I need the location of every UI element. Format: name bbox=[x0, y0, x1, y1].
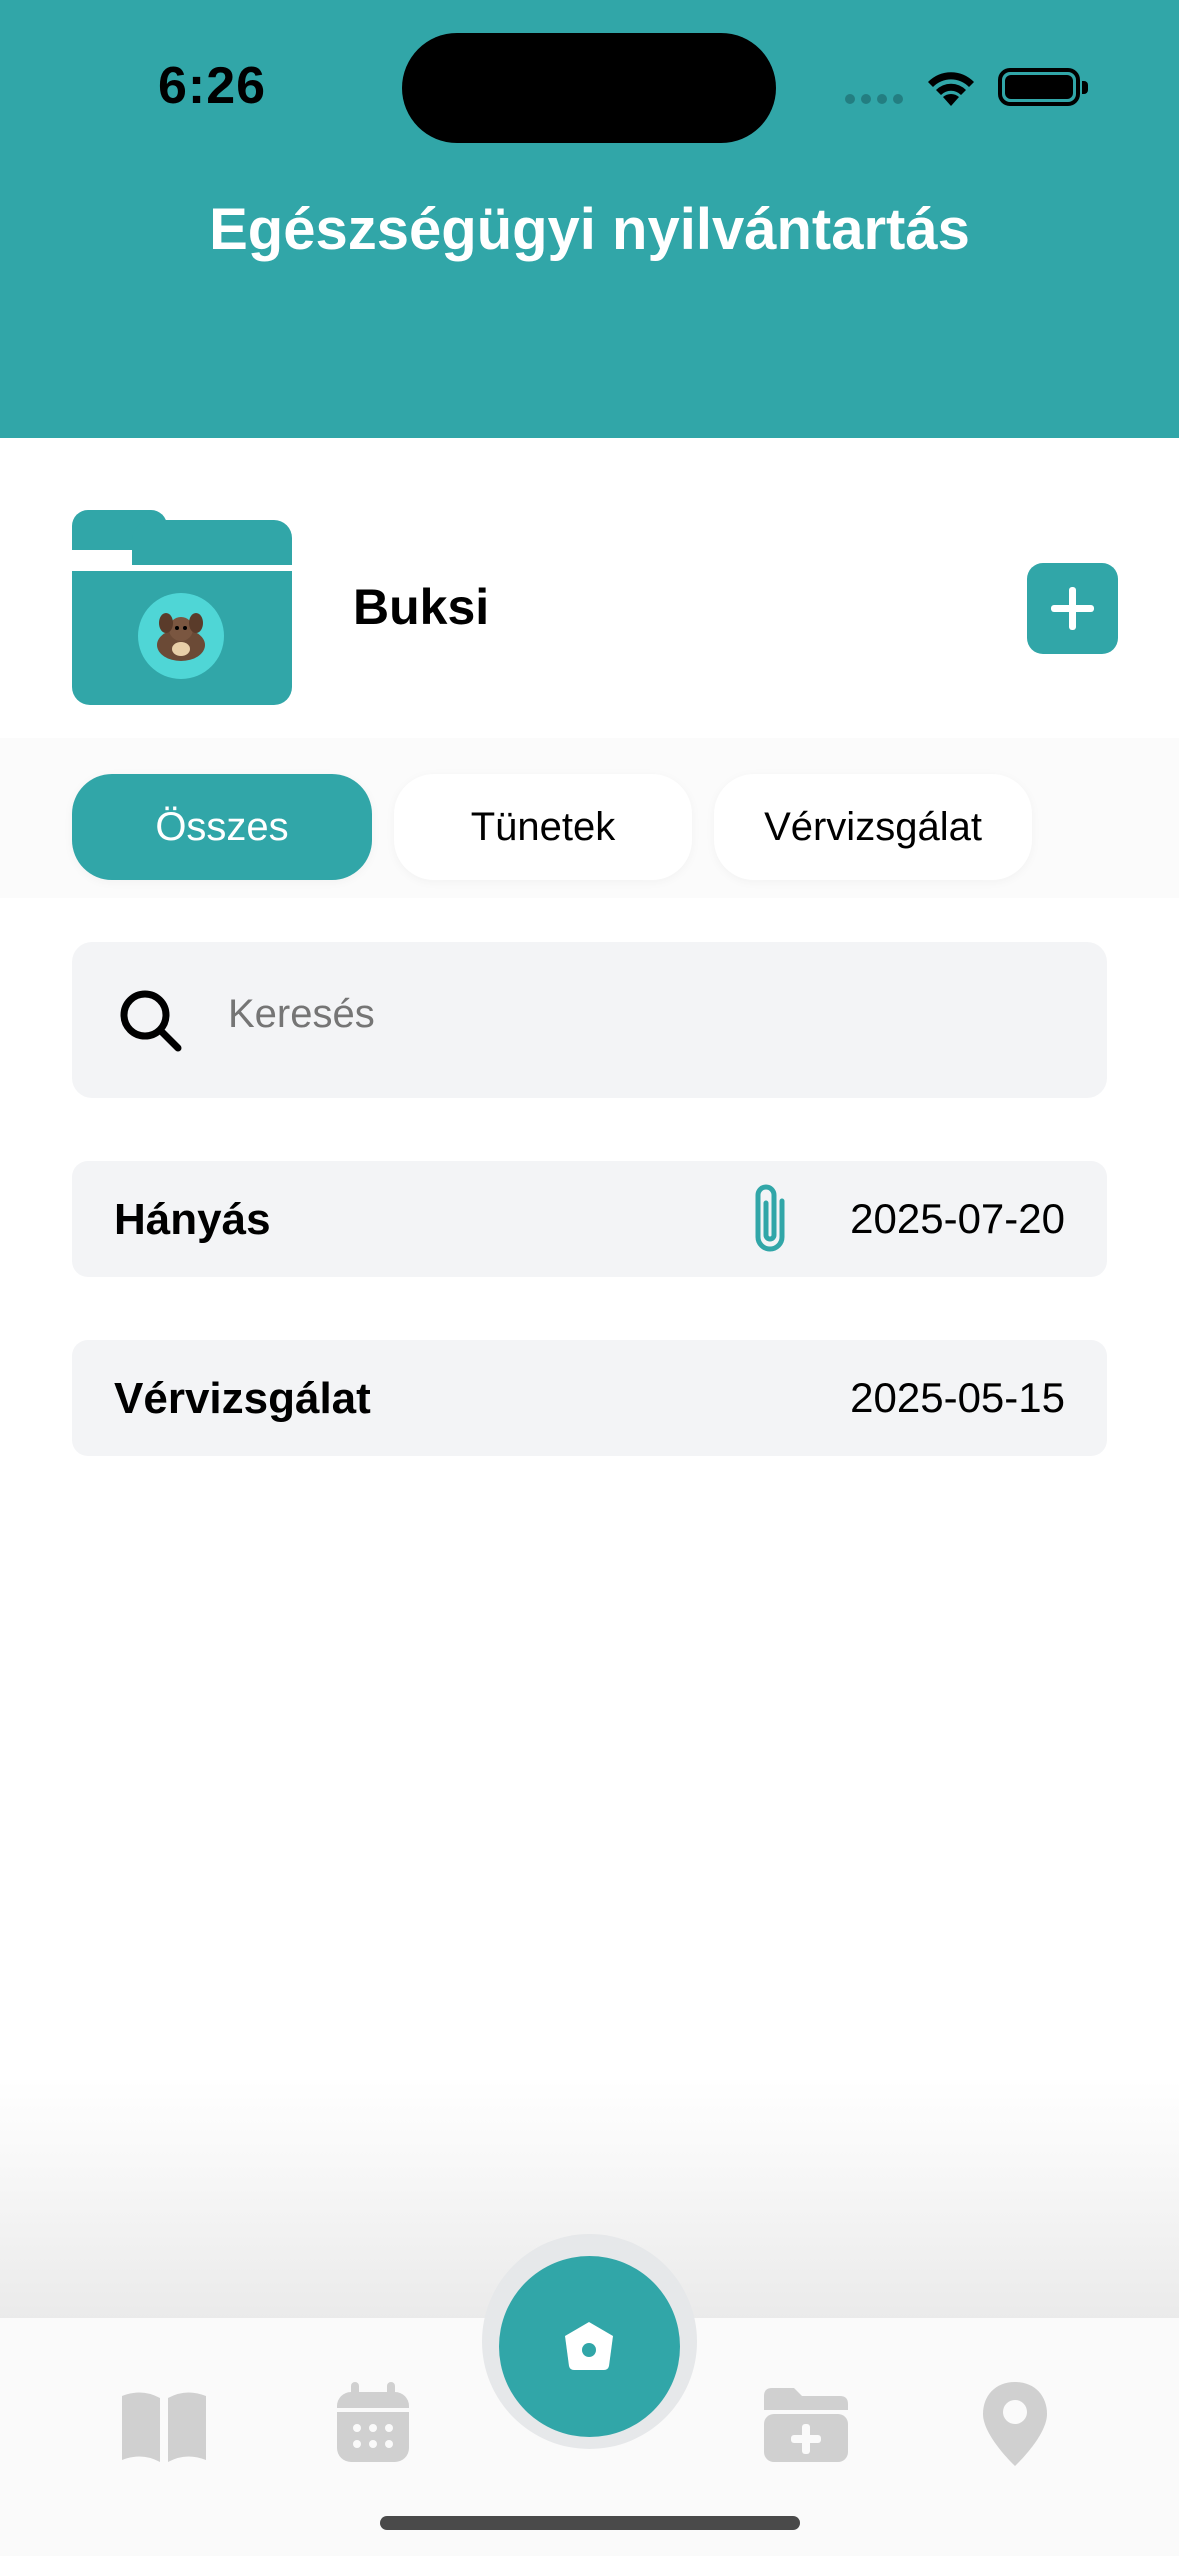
filter-chip-symptoms[interactable]: Tünetek bbox=[394, 774, 692, 880]
book-icon[interactable] bbox=[114, 2374, 214, 2474]
filter-chip-all[interactable]: Összes bbox=[72, 774, 372, 880]
record-item[interactable]: Hányás 2025-07-20 bbox=[72, 1161, 1107, 1277]
attachment-icon bbox=[755, 1184, 785, 1252]
home-button[interactable] bbox=[499, 2256, 680, 2437]
record-item[interactable]: Vérvizsgálat 2025-05-15 bbox=[72, 1340, 1107, 1456]
wifi-icon bbox=[928, 72, 974, 106]
filter-chip-bloodtest[interactable]: Vérvizsgálat bbox=[714, 774, 1032, 880]
search-input[interactable] bbox=[228, 992, 1078, 1037]
folder-add-icon[interactable] bbox=[756, 2374, 856, 2474]
pet-header: Buksi bbox=[0, 438, 1179, 738]
pet-avatar bbox=[138, 593, 224, 679]
home-indicator bbox=[380, 2516, 800, 2530]
search-icon bbox=[120, 990, 182, 1052]
header: 6:26 Egészségügyi nyilvántartás bbox=[0, 0, 1179, 438]
home-icon bbox=[565, 2322, 613, 2370]
status-time: 6:26 bbox=[158, 57, 267, 115]
signal-icon bbox=[845, 94, 903, 104]
calendar-icon[interactable] bbox=[323, 2374, 423, 2474]
filter-bar: Összes Tünetek Vérvizsgálat bbox=[0, 738, 1179, 898]
pet-name: Buksi bbox=[353, 579, 490, 635]
location-pin-icon[interactable] bbox=[965, 2374, 1065, 2474]
record-date: 2025-07-20 bbox=[850, 1195, 1065, 1242]
battery-icon bbox=[998, 68, 1088, 106]
folder-icon[interactable] bbox=[72, 510, 292, 705]
dynamic-island bbox=[402, 33, 776, 143]
search-bar[interactable] bbox=[72, 942, 1107, 1098]
add-record-button[interactable] bbox=[1027, 563, 1118, 654]
page-title: Egészségügyi nyilvántartás bbox=[209, 197, 970, 262]
record-title: Vérvizsgálat bbox=[114, 1374, 371, 1423]
record-title: Hányás bbox=[114, 1195, 271, 1244]
record-date: 2025-05-15 bbox=[850, 1374, 1065, 1421]
